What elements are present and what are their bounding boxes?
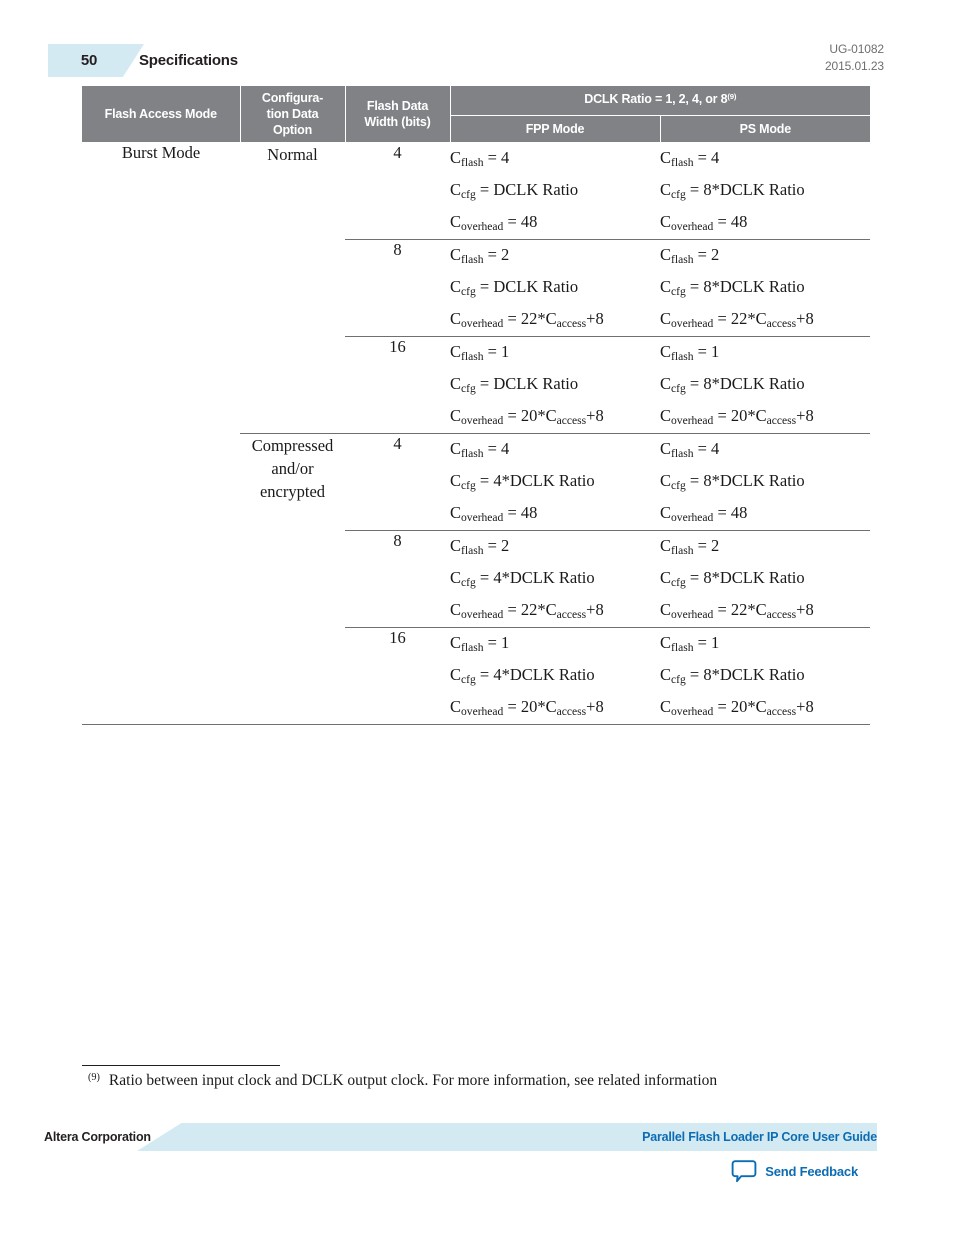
footer-company: Altera Corporation: [44, 1130, 151, 1144]
document-meta: UG-01082 2015.01.23: [825, 41, 884, 75]
formula-line: Coverhead = 48: [450, 503, 538, 525]
cell-fpp-mode-formulas: Cflash = 4 Ccfg = 4*DCLK Ratio Coverhead =…: [450, 433, 660, 531]
cell-ps-mode-formulas: Cflash = 2 Ccfg = 8*DCLK Ratio Coverhead =…: [660, 239, 871, 337]
page-header: 50 Specifications UG-01082 2015.01.23: [0, 0, 954, 86]
formula-line: Ccfg = DCLK Ratio: [450, 180, 579, 202]
col-header-configuration-data-option: Configura-tion Data Option: [239, 86, 346, 143]
specifications-table: Flash Access Mode Configura-tion Data Opt…: [82, 86, 871, 725]
cell-flash-data-width: 8: [345, 530, 450, 628]
formula-line: Ccfg = 8*DCLK Ratio: [660, 374, 805, 396]
col-header-fpp-mode: FPP Mode: [449, 114, 661, 144]
table-row: Burst Mode Normal 4 Cflash = 4 Ccfg = DCLK R…: [82, 142, 871, 725]
page-number: 50: [80, 52, 98, 69]
formula-line: Cflash = 2: [660, 245, 720, 267]
table-header-row-1: Flash Access Mode Configura-tion Data Opt…: [82, 86, 871, 143]
cell-ps-mode-formulas: Cflash = 1 Ccfg = 8*DCLK Ratio Coverhead =…: [660, 627, 871, 725]
formula-line: Coverhead = 20*Caccess+8: [450, 697, 604, 719]
formula-line: Coverhead = 22*Caccess+8: [660, 600, 814, 622]
col-header-flash-data-width: Flash Data Width (bits): [344, 86, 451, 143]
col-header-dclk-ratio-group: DCLK Ratio = 1, 2, 4, or 8(9): [449, 86, 871, 116]
formula-line: Ccfg = 4*DCLK Ratio: [450, 665, 595, 687]
cell-flash-data-width: 4: [345, 142, 450, 240]
formula-line: Ccfg = 8*DCLK Ratio: [660, 180, 805, 202]
cell-fpp-mode-formulas: Cflash = 4 Ccfg = DCLK Ratio Coverhead = 4…: [450, 142, 660, 240]
formula-line: Coverhead = 48: [660, 503, 748, 525]
table-body: Burst Mode Normal 4 Cflash = 4 Ccfg = DCLK R…: [82, 142, 871, 725]
formula-line: Coverhead = 48: [660, 212, 748, 234]
formula-line: Coverhead = 22*Caccess+8: [450, 309, 604, 331]
cell-fpp-mode-formulas: Cflash = 2 Ccfg = DCLK Ratio Coverhead = 2…: [450, 239, 660, 337]
formula-line: Cflash = 1: [450, 633, 510, 655]
formula-line: Coverhead = 22*Caccess+8: [660, 309, 814, 331]
formula-line: Ccfg = 4*DCLK Ratio: [450, 568, 595, 590]
cell-ps-mode-formulas: Cflash = 2 Ccfg = 8*DCLK Ratio Coverhead =…: [660, 530, 871, 628]
send-feedback-button[interactable]: Send Feedback: [731, 1157, 858, 1185]
dclk-ratio-label: DCLK Ratio = 1, 2, 4, or 8: [584, 92, 728, 107]
cell-flash-data-width: 8: [345, 239, 450, 337]
formula-line: Cflash = 1: [660, 633, 720, 655]
formula-line: Coverhead = 20*Caccess+8: [450, 406, 604, 428]
formula-line: Coverhead = 22*Caccess+8: [450, 600, 604, 622]
formula-line: Coverhead = 20*Caccess+8: [660, 697, 814, 719]
cell-flash-data-width: 16: [345, 627, 450, 725]
formula-line: Cflash = 2: [450, 536, 510, 558]
cell-configuration-data-option: Compressed and/or encrypted: [240, 433, 345, 725]
footer-guide-title[interactable]: Parallel Flash Loader IP Core User Guide: [642, 1123, 877, 1151]
cell-flash-data-width: 4: [345, 433, 450, 531]
cell-ps-mode-formulas: Cflash = 1 Ccfg = 8*DCLK Ratio Coverhead =…: [660, 336, 871, 434]
footnote: (9) Ratio between input clock and DCLK ou…: [88, 1070, 888, 1094]
formula-line: Ccfg = 8*DCLK Ratio: [660, 277, 805, 299]
formula-line: Ccfg = 4*DCLK Ratio: [450, 471, 595, 493]
col-header-ps-mode: PS Mode: [659, 114, 871, 144]
formula-line: Coverhead = 48: [450, 212, 538, 234]
formula-line: Cflash = 4: [450, 439, 510, 461]
formula-line: Ccfg = 8*DCLK Ratio: [660, 665, 805, 687]
formula-line: Coverhead = 20*Caccess+8: [660, 406, 814, 428]
document-date: 2015.01.23: [824, 59, 884, 73]
dclk-footnote-marker: (9): [727, 92, 737, 102]
document-id: UG-01082: [829, 42, 884, 56]
cell-fpp-mode-formulas: Cflash = 1 Ccfg = 4*DCLK Ratio Coverhead =…: [450, 627, 660, 725]
formula-line: Cflash = 4: [450, 148, 510, 170]
formula-line: Ccfg = 8*DCLK Ratio: [660, 471, 805, 493]
formula-line: Ccfg = DCLK Ratio: [450, 277, 579, 299]
formula-line: Ccfg = 8*DCLK Ratio: [660, 568, 805, 590]
formula-line: Ccfg = DCLK Ratio: [450, 374, 579, 396]
cell-fpp-mode-formulas: Cflash = 1 Ccfg = DCLK Ratio Coverhead = 2…: [450, 336, 660, 434]
specifications-table-wrapper: Flash Access Mode Configura-tion Data Opt…: [82, 86, 871, 725]
formula-line: Cflash = 1: [660, 342, 720, 364]
formula-line: Cflash = 4: [660, 148, 720, 170]
send-feedback-label: Send Feedback: [765, 1163, 858, 1179]
footnote-text: Ratio between input clock and DCLK outpu…: [108, 1072, 718, 1089]
cell-ps-mode-formulas: Cflash = 4 Ccfg = 8*DCLK Ratio Coverhead =…: [660, 433, 871, 531]
footnote-rule: [82, 1065, 280, 1066]
cell-configuration-data-option: Normal: [240, 142, 345, 434]
cell-ps-mode-formulas: Cflash = 4 Ccfg = 8*DCLK Ratio Coverhead =…: [660, 142, 871, 240]
speech-bubble-icon: [731, 1158, 757, 1184]
formula-line: Cflash = 2: [450, 245, 510, 267]
formula-line: Cflash = 2: [660, 536, 720, 558]
footnote-marker: (9): [88, 1071, 100, 1083]
chapter-title: Specifications: [139, 52, 238, 69]
table-head: Flash Access Mode Configura-tion Data Opt…: [82, 86, 871, 144]
cell-flash-access-mode: Burst Mode: [82, 142, 240, 725]
formula-line: Cflash = 1: [450, 342, 510, 364]
cell-flash-data-width: 16: [345, 336, 450, 434]
col-header-flash-access-mode: Flash Access Mode: [82, 86, 241, 143]
cell-fpp-mode-formulas: Cflash = 2 Ccfg = 4*DCLK Ratio Coverhead =…: [450, 530, 660, 628]
formula-line: Cflash = 4: [660, 439, 720, 461]
